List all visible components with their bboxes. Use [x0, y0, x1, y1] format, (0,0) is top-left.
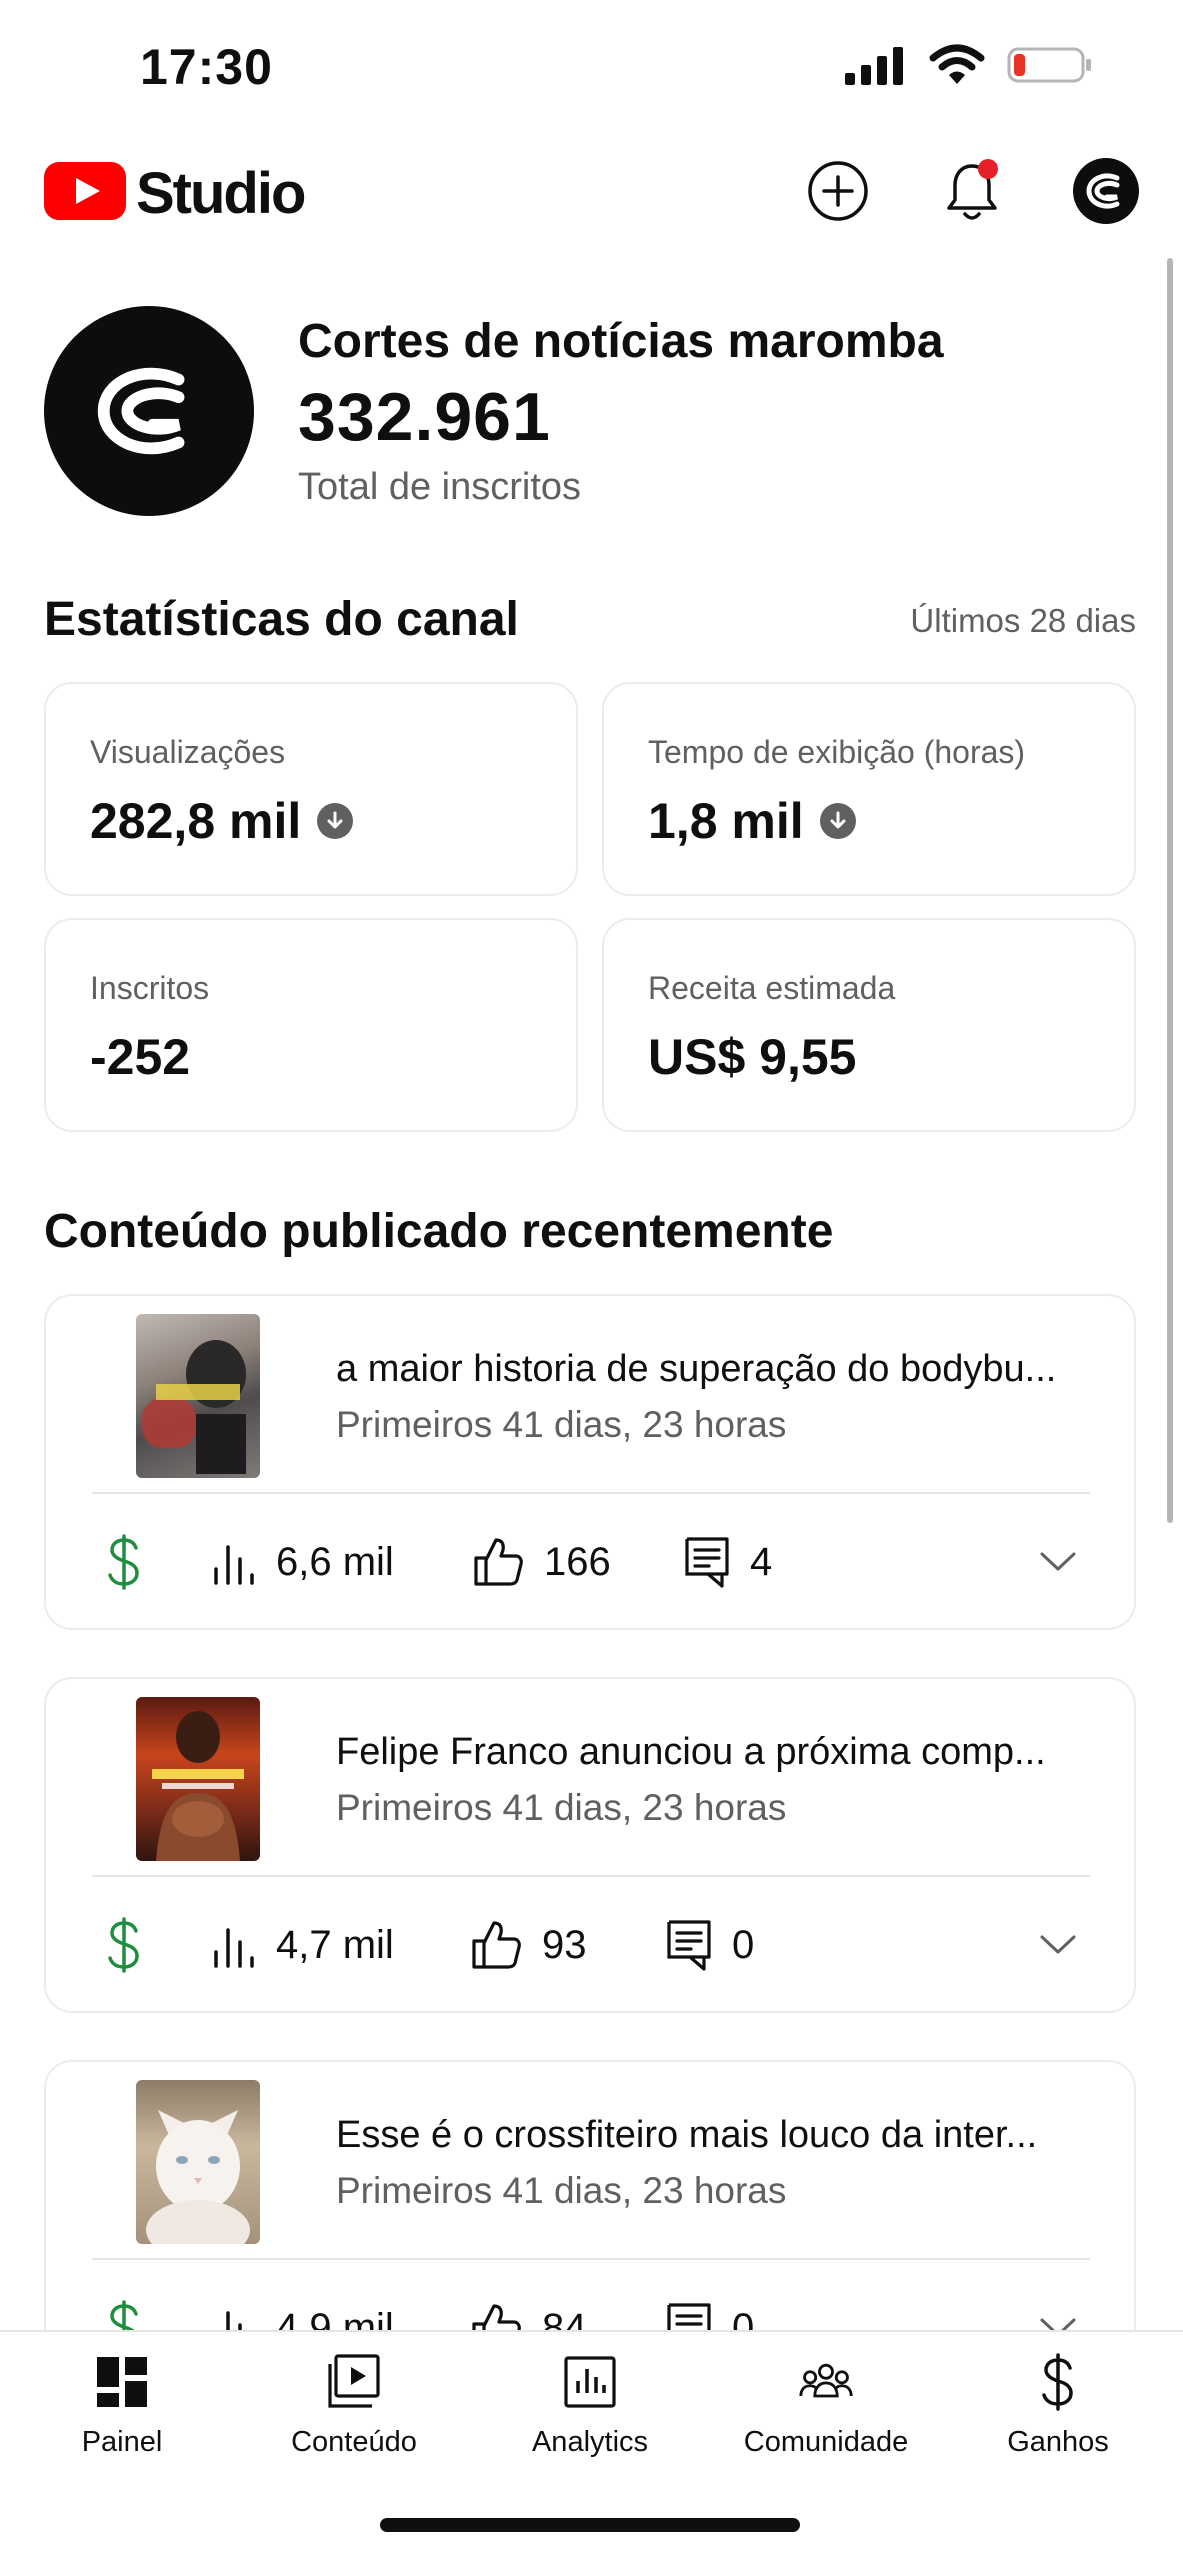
dashboard-content: Cortes de notícias maromba 332.961 Total…: [0, 232, 1183, 2330]
nav-label: Ganhos: [1007, 2426, 1109, 2458]
stat-card-revenue[interactable]: Receita estimada US$ 9,55: [602, 918, 1136, 1132]
logo-text: Studio: [136, 161, 306, 226]
channel-avatar[interactable]: [44, 306, 254, 516]
views-icon: [214, 1545, 254, 1585]
header-actions: [805, 158, 1139, 224]
channel-header: Cortes de notícias maromba 332.961 Total…: [44, 306, 1144, 516]
views-icon: [214, 1928, 254, 1968]
account-avatar[interactable]: [1073, 158, 1139, 224]
comment-icon: [667, 1920, 711, 1971]
nav-item-conteudo[interactable]: Conteúdo: [236, 2332, 472, 2472]
views-icon: [226, 2311, 242, 2330]
comments-metric: 4: [684, 1492, 772, 1628]
channel-stats-title: Estatísticas do canal: [44, 593, 519, 646]
status-time: 17:30: [140, 39, 273, 95]
cellular-signal-icon: [845, 45, 907, 90]
video-title[interactable]: a maior historia de superação do bodybu.…: [336, 1348, 1116, 1391]
comments-metric: 0: [666, 1875, 754, 2011]
stat-card-watch-time[interactable]: Tempo de exibição (horas) 1,8 mil: [602, 682, 1136, 896]
subscriber-count: 332.961: [298, 379, 551, 455]
nav-label: Comunidade: [743, 2426, 909, 2458]
earn-icon: [1030, 2353, 1086, 2411]
nav-label: Painel: [81, 2426, 163, 2458]
video-metrics: 4,9 mil 84 0: [46, 2258, 1134, 2330]
video-thumbnail[interactable]: [136, 1314, 260, 1478]
stat-label: Receita estimada: [648, 970, 896, 1006]
chevron-down-icon: [1040, 1935, 1076, 1954]
comments-metric: 0: [666, 2258, 754, 2330]
youtube-logo-icon: [44, 162, 126, 225]
stat-value: 282,8 mil: [90, 792, 354, 850]
notifications-icon: [947, 159, 998, 220]
community-icon: [798, 2354, 854, 2410]
video-thumbnail[interactable]: [136, 2080, 260, 2244]
video-period: Primeiros 41 dias, 23 horas: [336, 2170, 787, 2211]
video-period: Primeiros 41 dias, 23 horas: [336, 1404, 787, 1445]
video-card[interactable]: a maior historia de superação do bodybu.…: [44, 1294, 1136, 1630]
stat-value: 1,8 mil: [648, 792, 856, 850]
stat-card-views[interactable]: Visualizações 282,8 mil: [44, 682, 578, 896]
recent-content-title: Conteúdo publicado recentemente: [44, 1205, 834, 1258]
app-header: Studio: [0, 150, 1183, 232]
analytics-icon: [562, 2354, 618, 2410]
nav-item-comunidade[interactable]: Comunidade: [708, 2332, 944, 2472]
nav-label: Analytics: [531, 2426, 649, 2458]
stat-value: US$ 9,55: [648, 1029, 857, 1085]
scrollbar[interactable]: [1167, 258, 1173, 1523]
stat-label: Visualizações: [90, 734, 286, 770]
views-metric: 4,7 mil: [210, 1875, 394, 2011]
video-thumbnail[interactable]: [136, 1697, 260, 1861]
video-title[interactable]: Felipe Franco anunciou a próxima comp...: [336, 1731, 1116, 1774]
thumb-up-icon: [472, 2304, 521, 2330]
nav-label: Conteúdo: [291, 2426, 417, 2458]
likes-metric: 93: [470, 1875, 587, 2011]
battery-low-icon: [1007, 45, 1093, 90]
thumb-up-icon: [474, 1538, 523, 1586]
status-icons: [845, 44, 1093, 91]
monetization-icon: [104, 2258, 144, 2330]
stat-card-subscribers[interactable]: Inscritos -252: [44, 918, 578, 1132]
stat-value: -252: [90, 1029, 191, 1085]
expand-button[interactable]: [1038, 2258, 1078, 2330]
wifi-icon: [929, 44, 985, 91]
stats-period: Últimos 28 dias: [910, 602, 1136, 639]
create-button[interactable]: [805, 158, 871, 224]
views-metric: 4,9 mil: [210, 2258, 394, 2330]
video-metrics: 6,6 mil 166 4: [46, 1492, 1134, 1628]
likes-metric: 84: [470, 2258, 587, 2330]
comment-icon: [685, 1537, 729, 1588]
channel-name: Cortes de notícias maromba: [298, 315, 944, 368]
chevron-down-icon: [1040, 2318, 1076, 2330]
thumb-up-icon: [472, 1921, 521, 1969]
nav-item-analytics[interactable]: Analytics: [472, 2332, 708, 2472]
video-metrics: 4,7 mil 93 0: [46, 1875, 1134, 2011]
expand-button[interactable]: [1038, 1492, 1078, 1628]
likes-metric: 166: [472, 1492, 611, 1628]
stat-label: Tempo de exibição (horas): [648, 734, 1026, 770]
chevron-down-icon: [1040, 1552, 1076, 1571]
video-card[interactable]: Felipe Franco anunciou a próxima comp...…: [44, 1677, 1136, 2013]
comment-icon: [667, 2303, 711, 2330]
create-icon: [808, 161, 868, 221]
dashboard-icon: [94, 2354, 150, 2410]
status-bar: 17:30: [0, 0, 1183, 140]
subscriber-label: Total de inscritos: [298, 466, 582, 508]
nav-item-ganhos[interactable]: Ganhos: [940, 2332, 1176, 2472]
video-title[interactable]: Esse é o crossfiteiro mais louco da inte…: [336, 2114, 1116, 2157]
monetization-icon: [104, 1875, 144, 2011]
nav-item-painel[interactable]: Painel: [4, 2332, 240, 2472]
video-card[interactable]: Esse é o crossfiteiro mais louco da inte…: [44, 2060, 1136, 2330]
home-indicator: [380, 2518, 800, 2532]
monetization-icon: [104, 1492, 144, 1628]
content-icon: [326, 2354, 382, 2410]
youtube-studio-logo[interactable]: Studio: [44, 160, 306, 227]
views-metric: 6,6 mil: [210, 1492, 394, 1628]
arrow-down-icon: [819, 803, 856, 839]
arrow-down-icon: [317, 803, 354, 839]
video-period: Primeiros 41 dias, 23 horas: [336, 1787, 787, 1828]
expand-button[interactable]: [1038, 1875, 1078, 2011]
stat-label: Inscritos: [90, 970, 210, 1006]
notifications-button[interactable]: [939, 158, 1005, 224]
